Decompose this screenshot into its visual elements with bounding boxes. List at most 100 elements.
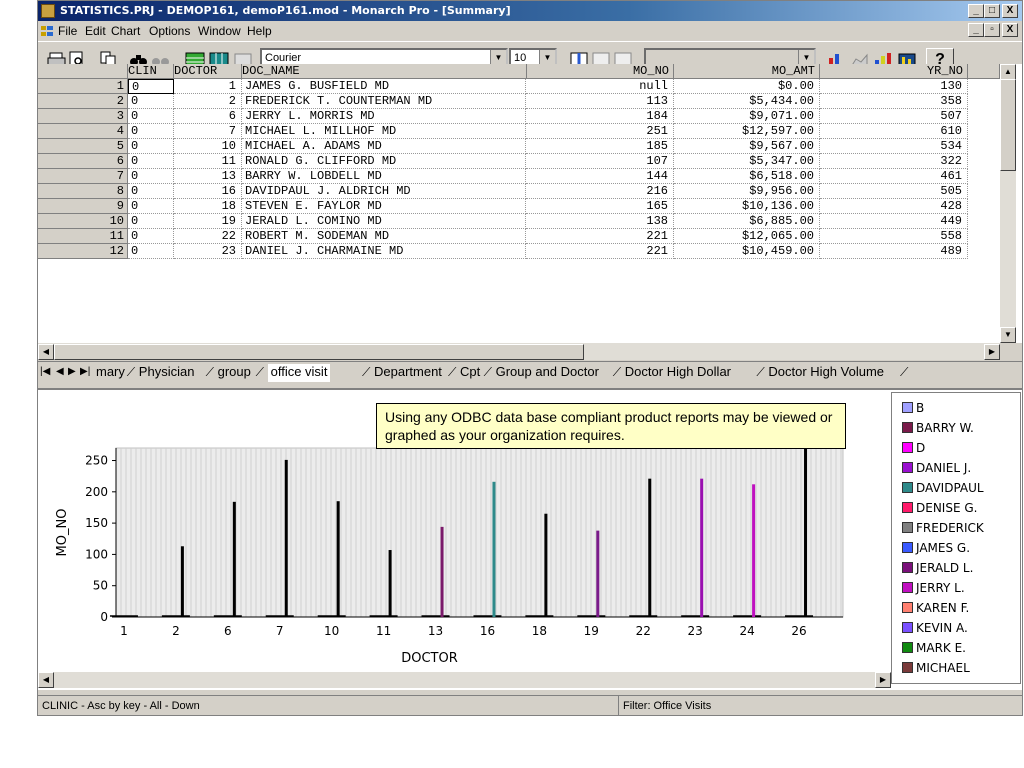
tab-group-and-doctor[interactable]: Group and Doctor: [496, 364, 599, 382]
maximize-button[interactable]: □: [984, 4, 1000, 18]
cell-mo-amt[interactable]: $5,347.00: [674, 154, 820, 169]
row-number[interactable]: 4: [38, 124, 128, 139]
row-number[interactable]: 12: [38, 244, 128, 259]
row-number[interactable]: 2: [38, 94, 128, 109]
cell-doctor[interactable]: 22: [174, 229, 242, 244]
cell-clin[interactable]: 0: [128, 109, 174, 124]
cell-clin[interactable]: 0: [128, 79, 174, 94]
cell-mo-no[interactable]: 144: [526, 169, 674, 184]
cell-mo-amt[interactable]: $6,518.00: [674, 169, 820, 184]
cell-mo-no[interactable]: 184: [526, 109, 674, 124]
tab-group[interactable]: group: [218, 364, 251, 382]
cell-doc-name[interactable]: BARRY W. LOBDELL MD: [242, 169, 526, 184]
cell-mo-amt[interactable]: $12,065.00: [674, 229, 820, 244]
row-number[interactable]: 6: [38, 154, 128, 169]
cell-clin[interactable]: 0: [128, 169, 174, 184]
cell-doctor[interactable]: 2: [174, 94, 242, 109]
menu-options[interactable]: Options: [149, 21, 190, 41]
column-header-yr-no[interactable]: YR_NO: [820, 64, 968, 79]
cell-doctor[interactable]: 1: [174, 79, 242, 94]
row-number[interactable]: 10: [38, 214, 128, 229]
chart-scroll-right-icon[interactable]: ▶: [875, 672, 891, 688]
child-minimize-button[interactable]: _: [968, 23, 984, 37]
scroll-up-icon[interactable]: ▲: [1000, 64, 1016, 80]
cell-doc-name[interactable]: JAMES G. BUSFIELD MD: [242, 79, 526, 94]
horizontal-scroll-thumb[interactable]: [54, 344, 584, 360]
row-number[interactable]: 9: [38, 199, 128, 214]
tab-mary[interactable]: mary: [96, 364, 125, 382]
cell-doc-name[interactable]: JERALD L. COMINO MD: [242, 214, 526, 229]
cell-mo-amt[interactable]: $9,567.00: [674, 139, 820, 154]
cell-mo-no[interactable]: null: [526, 79, 674, 94]
cell-mo-no[interactable]: 185: [526, 139, 674, 154]
cell-doc-name[interactable]: STEVEN E. FAYLOR MD: [242, 199, 526, 214]
vertical-scrollbar[interactable]: ▲ ▼: [1000, 64, 1016, 343]
menu-file[interactable]: File: [58, 21, 77, 41]
cell-doctor[interactable]: 6: [174, 109, 242, 124]
tab-office-visit[interactable]: office visit: [267, 364, 331, 382]
cell-doctor[interactable]: 10: [174, 139, 242, 154]
cell-doctor[interactable]: 18: [174, 199, 242, 214]
child-restore-button[interactable]: ▫: [984, 23, 1000, 37]
cell-yr-no[interactable]: 461: [820, 169, 968, 184]
scroll-left-icon[interactable]: ◀: [38, 344, 54, 360]
cell-yr-no[interactable]: 534: [820, 139, 968, 154]
column-header-mo-amt[interactable]: MO_AMT: [674, 64, 820, 79]
title-bar[interactable]: STATISTICS.PRJ - DEMOP161, demoP161.mod …: [38, 1, 1022, 21]
cell-mo-amt[interactable]: $0.00: [674, 79, 820, 94]
cell-clin[interactable]: 0: [128, 139, 174, 154]
horizontal-scrollbar[interactable]: ◀ ▶: [38, 343, 1000, 360]
cell-mo-amt[interactable]: $9,956.00: [674, 184, 820, 199]
chart-horizontal-scrollbar[interactable]: ◀ ▶: [38, 672, 891, 688]
cell-clin[interactable]: 0: [128, 199, 174, 214]
cell-mo-amt[interactable]: $6,885.00: [674, 214, 820, 229]
tab-doctor-high-dollar[interactable]: Doctor High Dollar: [625, 364, 731, 382]
cell-doc-name[interactable]: MICHAEL L. MILLHOF MD: [242, 124, 526, 139]
cell-doctor[interactable]: 11: [174, 154, 242, 169]
cell-doc-name[interactable]: FREDERICK T. COUNTERMAN MD: [242, 94, 526, 109]
cell-doctor[interactable]: 19: [174, 214, 242, 229]
cell-mo-no[interactable]: 113: [526, 94, 674, 109]
cell-doctor[interactable]: 16: [174, 184, 242, 199]
cell-clin[interactable]: 0: [128, 124, 174, 139]
tab-cpt[interactable]: Cpt: [460, 364, 480, 382]
cell-yr-no[interactable]: 558: [820, 229, 968, 244]
chart-scroll-left-icon[interactable]: ◀: [38, 672, 54, 688]
document-icon[interactable]: [41, 26, 53, 36]
cell-yr-no[interactable]: 505: [820, 184, 968, 199]
row-number[interactable]: 3: [38, 109, 128, 124]
prev-tab-icon[interactable]: ◀: [56, 364, 64, 382]
cell-yr-no[interactable]: 610: [820, 124, 968, 139]
cell-clin[interactable]: 0: [128, 244, 174, 259]
cell-mo-no[interactable]: 251: [526, 124, 674, 139]
cell-yr-no[interactable]: 130: [820, 79, 968, 94]
cell-yr-no[interactable]: 428: [820, 199, 968, 214]
menu-chart[interactable]: Chart: [111, 21, 140, 41]
menu-edit[interactable]: Edit: [85, 21, 106, 41]
close-button[interactable]: X: [1002, 4, 1018, 18]
cell-yr-no[interactable]: 507: [820, 109, 968, 124]
menu-window[interactable]: Window: [198, 21, 241, 41]
cell-yr-no[interactable]: 449: [820, 214, 968, 229]
cell-doc-name[interactable]: ROBERT M. SODEMAN MD: [242, 229, 526, 244]
cell-doctor[interactable]: 13: [174, 169, 242, 184]
menu-help[interactable]: Help: [247, 21, 272, 41]
cell-mo-no[interactable]: 107: [526, 154, 674, 169]
child-close-button[interactable]: X: [1002, 23, 1018, 37]
row-number[interactable]: 5: [38, 139, 128, 154]
cell-doc-name[interactable]: DANIEL J. CHARMAINE MD: [242, 244, 526, 259]
last-tab-icon[interactable]: ▶|: [80, 364, 90, 382]
scroll-right-icon[interactable]: ▶: [984, 344, 1000, 360]
cell-mo-no[interactable]: 221: [526, 244, 674, 259]
cell-mo-amt[interactable]: $12,597.00: [674, 124, 820, 139]
cell-mo-amt[interactable]: $10,459.00: [674, 244, 820, 259]
cell-clin[interactable]: 0: [128, 214, 174, 229]
row-number[interactable]: 1: [38, 79, 128, 94]
tab-doctor-high-volume[interactable]: Doctor High Volume: [768, 364, 884, 382]
first-tab-icon[interactable]: |◀: [40, 364, 50, 382]
cell-clin[interactable]: 0: [128, 229, 174, 244]
cell-yr-no[interactable]: 489: [820, 244, 968, 259]
cell-mo-no[interactable]: 138: [526, 214, 674, 229]
next-tab-icon[interactable]: ▶: [68, 364, 76, 382]
cell-doc-name[interactable]: MICHAEL A. ADAMS MD: [242, 139, 526, 154]
